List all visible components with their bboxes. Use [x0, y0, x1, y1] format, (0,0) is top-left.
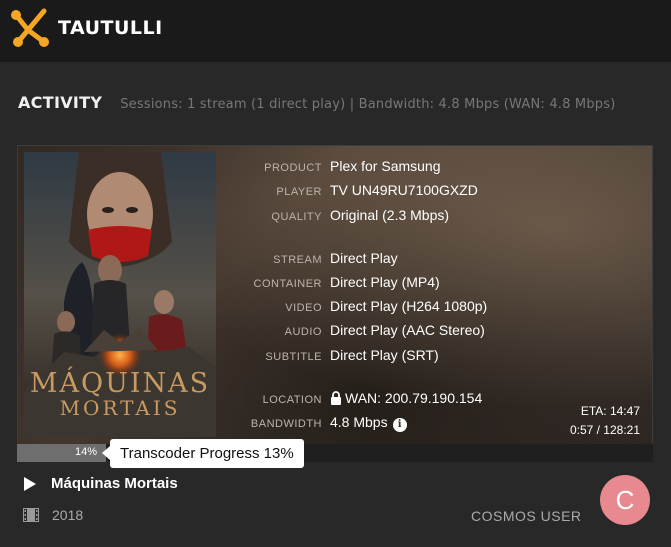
detail-value: TV UN49RU7100GXZD: [330, 182, 478, 198]
detail-label: BANDWIDTH: [250, 418, 322, 430]
detail-stream: STREAM Direct Play: [230, 250, 398, 266]
info-icon[interactable]: i: [392, 418, 407, 432]
detail-value: Plex for Samsung: [330, 158, 441, 174]
user-avatar[interactable]: C: [600, 475, 650, 525]
poster-title-line2: MORTAIS: [59, 396, 181, 421]
detail-product: PRODUCT Plex for Samsung: [230, 158, 441, 174]
detail-quality: QUALITY Original (2.3 Mbps): [230, 207, 449, 223]
tautulli-logo-icon: [11, 8, 49, 47]
eta-block: ETA: 14:47 0:57 / 128:21: [570, 402, 640, 440]
lock-icon: [331, 391, 341, 405]
detail-value-wrap: 4.8 Mbps i: [330, 414, 407, 432]
detail-label: QUALITY: [271, 211, 322, 223]
detail-bandwidth: BANDWIDTH 4.8 Mbps i: [230, 414, 407, 432]
detail-value: Direct Play: [330, 250, 398, 266]
media-title-link[interactable]: Máquinas Mortais: [23, 475, 178, 492]
activity-title: ACTIVITY: [18, 93, 103, 112]
media-year: 2018: [52, 507, 84, 523]
play-icon: [24, 476, 36, 491]
detail-location: LOCATION WAN: 200.79.190.154: [230, 390, 483, 406]
detail-video: VIDEO Direct Play (H264 1080p): [230, 298, 487, 314]
location-value: WAN: 200.79.190.154: [345, 390, 483, 406]
detail-value-wrap: WAN: 200.79.190.154: [330, 390, 482, 406]
detail-container: CONTAINER Direct Play (MP4): [230, 274, 440, 290]
user-name-link[interactable]: COSMOS USER: [471, 508, 582, 524]
detail-label: STREAM: [273, 254, 322, 266]
poster-image[interactable]: MÁQUINAS MORTAIS: [24, 152, 216, 437]
stream-card: MÁQUINAS MORTAIS PRODUCT Plex for Samsun…: [17, 145, 653, 462]
progress-percent: 14%: [75, 446, 98, 458]
media-year-row: 2018: [23, 507, 83, 523]
eta-label: ETA: 14:47: [580, 404, 640, 418]
detail-audio: AUDIO Direct Play (AAC Stereo): [230, 322, 485, 338]
detail-label: SUBTITLE: [265, 351, 322, 363]
detail-player: PLAYER TV UN49RU7100GXZD: [230, 182, 478, 198]
detail-value: Direct Play (AAC Stereo): [330, 322, 485, 338]
detail-label: PRODUCT: [264, 162, 322, 174]
detail-label: LOCATION: [262, 394, 322, 406]
elapsed-time: 0:57 / 128:21: [569, 423, 640, 437]
detail-value: Original (2.3 Mbps): [330, 207, 450, 223]
activity-stats: Sessions: 1 stream (1 direct play) | Ban…: [120, 97, 616, 112]
detail-label: CONTAINER: [253, 278, 322, 290]
poster-title: MÁQUINAS MORTAIS: [24, 368, 216, 421]
brand-logo-link[interactable]: TAUTULLI: [8, 8, 163, 48]
bandwidth-value: 4.8 Mbps: [330, 414, 388, 430]
detail-label: PLAYER: [276, 186, 322, 198]
film-icon: [23, 508, 39, 522]
detail-value: Direct Play (MP4): [330, 274, 440, 290]
poster-title-line1: MÁQUINAS: [29, 368, 211, 399]
detail-label: VIDEO: [285, 302, 322, 314]
transcoder-progress-tooltip: Transcoder Progress 13%: [110, 439, 304, 468]
detail-value: Direct Play (SRT): [330, 347, 439, 363]
brand-name: TAUTULLI: [58, 17, 163, 39]
detail-subtitle: SUBTITLE Direct Play (SRT): [230, 347, 439, 363]
activity-header: ACTIVITY Sessions: 1 stream (1 direct pl…: [18, 93, 671, 112]
detail-value: Direct Play (H264 1080p): [330, 298, 488, 314]
tooltip-arrow: [102, 446, 110, 460]
detail-label: AUDIO: [284, 326, 322, 338]
navbar: TAUTULLI: [0, 0, 671, 62]
media-title: Máquinas Mortais: [51, 475, 178, 492]
